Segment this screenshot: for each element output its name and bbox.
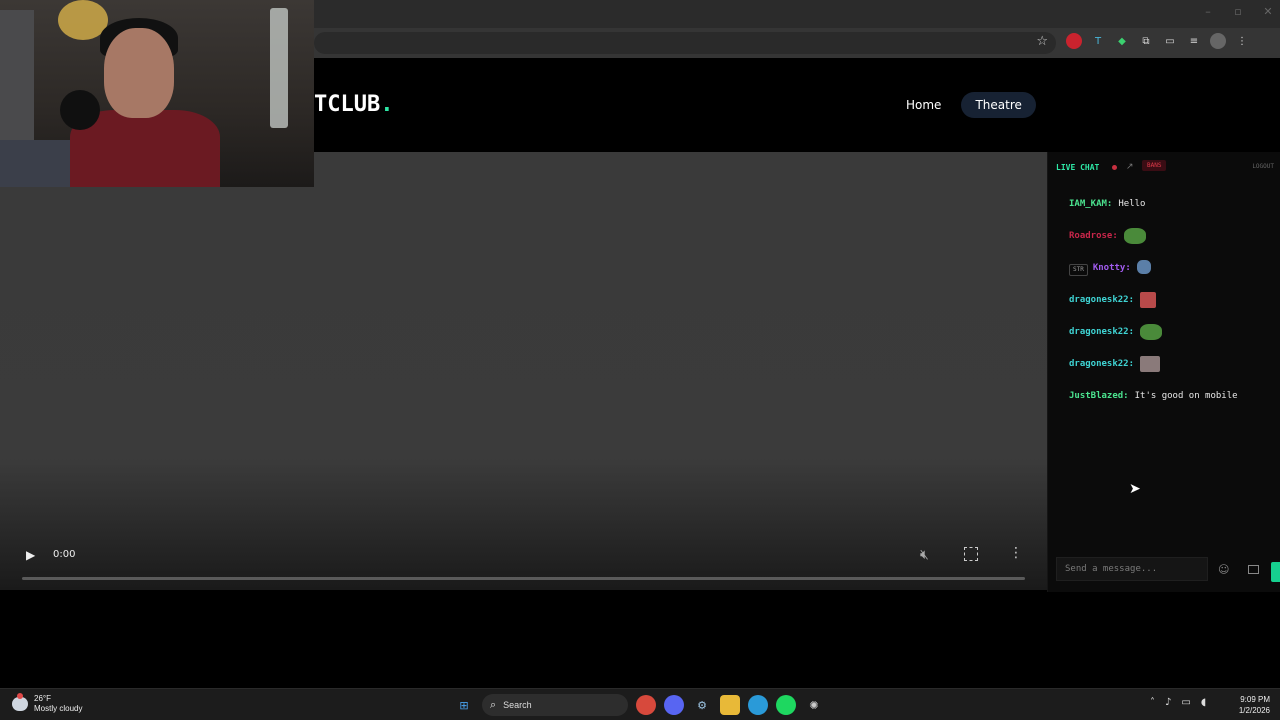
discord-icon[interactable] — [664, 695, 684, 715]
chat-text: It's good on mobile — [1134, 391, 1238, 401]
weather-widget[interactable]: 26°F Mostly cloudy — [12, 693, 83, 714]
chat-header: LIVE CHAT ↗ BANS LOGOUT — [1056, 160, 1274, 176]
chat-text: Hello — [1118, 199, 1146, 209]
subscriber-badge: STR — [1069, 264, 1088, 276]
emoji-icon[interactable]: ☺ — [1218, 563, 1229, 576]
chat-message: dragonesk22: — [1069, 292, 1269, 313]
chat-message-input[interactable] — [1056, 557, 1208, 581]
window-controls: – ▫ ✕ — [1202, 6, 1274, 18]
windows-start-icon[interactable]: ⊞ — [454, 695, 474, 715]
nav-home-link[interactable]: Home — [894, 92, 953, 118]
media-controls-icon[interactable]: ≡ — [1186, 33, 1202, 49]
address-bar[interactable]: ☆ — [314, 32, 1056, 54]
red-emote-icon — [1140, 292, 1157, 308]
logo-dot: . — [380, 92, 394, 117]
pepe-emote-icon — [1140, 324, 1163, 340]
muted-speaker-icon[interactable]: 🔇︎ — [920, 547, 929, 563]
sidepanel-icon[interactable]: ▭ — [1162, 33, 1178, 49]
file-explorer-icon[interactable] — [720, 695, 740, 715]
chat-username[interactable]: dragonesk22: — [1069, 294, 1134, 307]
live-indicator-dot — [1112, 165, 1117, 170]
steam-icon[interactable]: ⚙ — [692, 695, 712, 715]
live-chat-label: LIVE CHAT — [1056, 163, 1100, 172]
minimize-icon[interactable]: – — [1202, 6, 1214, 18]
chat-message: STR Knotty: — [1069, 260, 1269, 281]
mouse-cursor-icon: ➤ — [1129, 481, 1141, 497]
video-player[interactable]: ▶ 0:00 🔇︎ ⋮ — [0, 152, 1047, 590]
close-icon[interactable]: ✕ — [1262, 6, 1274, 18]
network-icon[interactable]: ▭ — [1181, 697, 1190, 708]
site-logo[interactable]: TCLUB. — [314, 92, 393, 117]
edge-icon[interactable] — [748, 695, 768, 715]
popout-icon[interactable]: ↗ — [1126, 162, 1134, 172]
chat-username[interactable]: dragonesk22: — [1069, 326, 1134, 339]
extension-icons: T ◆ ⧉ ▭ ≡ ⋮ — [1066, 33, 1250, 49]
chevron-up-icon[interactable]: ˄ — [1150, 697, 1155, 708]
chat-username[interactable]: dragonesk22: — [1069, 358, 1134, 371]
live-chat-panel: LIVE CHAT ↗ BANS LOGOUT IAM_KAM: Hello R… — [1047, 152, 1280, 592]
chat-username[interactable]: JustBlazed: — [1069, 390, 1129, 403]
clock-time: 9:09 PM — [1240, 695, 1270, 704]
extension-translate-icon[interactable]: T — [1090, 33, 1106, 49]
logo-text: TCLUB — [314, 92, 381, 117]
pepe-small-emote-icon — [1136, 260, 1151, 274]
chat-username[interactable]: Knotty: — [1093, 262, 1131, 275]
chat-message: JustBlazed: It's good on mobile — [1069, 390, 1269, 409]
chat-message: dragonesk22: — [1069, 356, 1269, 377]
more-options-icon[interactable]: ⋮ — [1009, 545, 1023, 561]
photo-emote-icon — [1140, 356, 1161, 372]
logout-button[interactable]: LOGOUT — [1252, 163, 1274, 170]
chat-messages: IAM_KAM: Hello Roadrose: STR Knotty: dra… — [1069, 198, 1269, 422]
weather-temp: 26°F — [34, 694, 51, 703]
chat-message: dragonesk22: — [1069, 324, 1269, 345]
bookmark-star-icon[interactable]: ☆ — [1036, 34, 1048, 49]
app-icon[interactable]: ✺ — [804, 695, 824, 715]
system-clock[interactable]: 9:09 PM 1/2/2026 — [1228, 694, 1270, 716]
spotify-icon[interactable] — [776, 695, 796, 715]
clock-date: 1/2/2026 — [1238, 706, 1270, 715]
browser-menu-icon[interactable]: ⋮ — [1234, 33, 1250, 49]
chat-username[interactable]: Roadrose: — [1069, 230, 1118, 243]
windows-taskbar: 26°F Mostly cloudy ⊞ ⌕ Search ⚙ ✺ ˄ ♪ ▭ … — [0, 688, 1280, 720]
weather-desc: Mostly cloudy — [34, 704, 83, 713]
restore-icon[interactable]: ▫ — [1232, 6, 1244, 18]
microphone-icon[interactable]: ♪ — [1165, 697, 1171, 708]
fullscreen-icon[interactable] — [964, 547, 978, 561]
extension-shield-icon[interactable]: ◆ — [1114, 33, 1130, 49]
chat-message: Roadrose: — [1069, 228, 1269, 249]
volume-icon[interactable]: ◖ — [1201, 697, 1206, 708]
main-nav: Home Theatre — [894, 92, 1036, 118]
video-progress-bar[interactable] — [22, 577, 1025, 580]
cloud-icon — [12, 693, 28, 711]
send-button[interactable] — [1271, 562, 1280, 582]
pepe-emote-icon — [1123, 228, 1146, 244]
taskbar-apps: ⊞ ⌕ Search ⚙ ✺ — [454, 694, 824, 716]
video-time: 0:00 — [53, 549, 76, 560]
extensions-puzzle-icon[interactable]: ⧉ — [1138, 33, 1154, 49]
taskbar-search[interactable]: ⌕ Search — [482, 694, 628, 716]
chat-username[interactable]: IAM_KAM: — [1069, 198, 1112, 211]
system-tray: ˄ ♪ ▭ ◖ — [1150, 697, 1206, 708]
chat-message: IAM_KAM: Hello — [1069, 198, 1269, 217]
gif-icon[interactable] — [1248, 565, 1259, 574]
profile-avatar-icon[interactable] — [1210, 33, 1226, 49]
taskbar-search-label: Search — [503, 700, 532, 710]
chrome-icon[interactable] — [636, 695, 656, 715]
extension-red-icon[interactable] — [1066, 33, 1082, 49]
nav-theatre-link[interactable]: Theatre — [961, 92, 1036, 118]
search-icon: ⌕ — [490, 698, 497, 711]
bans-button[interactable]: BANS — [1142, 160, 1167, 171]
webcam-overlay — [0, 0, 314, 187]
play-icon[interactable]: ▶ — [26, 548, 40, 562]
